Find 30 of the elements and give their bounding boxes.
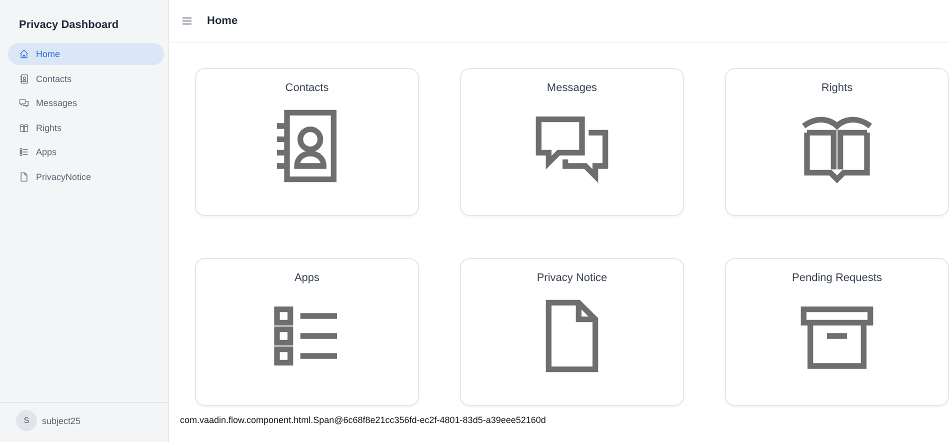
debug-text: com.vaadin.flow.component.html.Span@6c68f8e21cc356fd-ec2f-4801-83d5-a39eee52160d — [179, 414, 547, 425]
menu-icon[interactable] — [181, 15, 193, 27]
card-title: Messages — [546, 82, 598, 94]
card-title: Rights — [821, 82, 853, 94]
dashboard-card[interactable]: Rights — [725, 68, 949, 216]
card-title: Privacy Notice — [536, 272, 608, 284]
page-title: Home — [207, 15, 238, 27]
chat-bubbles-icon — [19, 98, 29, 108]
user-avatar[interactable]: S — [16, 410, 37, 431]
sidebar-item[interactable]: Rights — [8, 116, 164, 138]
card-title: Pending Requests — [792, 272, 882, 284]
dashboard-card[interactable]: Privacy Notice — [460, 258, 684, 406]
address-book-icon — [19, 74, 29, 84]
open-book-icon — [19, 122, 29, 132]
sidebar-item[interactable]: Contacts — [8, 68, 164, 90]
card-title: Apps — [294, 272, 320, 284]
home-icon — [19, 49, 29, 59]
sidebar-item[interactable]: Apps — [8, 141, 164, 163]
sidebar-item[interactable]: Home — [8, 43, 164, 65]
user-name: subject25 — [42, 416, 81, 426]
sidebar-item[interactable]: Messages — [8, 92, 164, 114]
document-icon — [19, 172, 29, 182]
card-title: Contacts — [285, 82, 329, 94]
dashboard-card[interactable]: Messages — [460, 68, 684, 216]
dashboard-card[interactable]: Apps — [195, 258, 419, 406]
sidebar-item[interactable]: PrivacyNotice — [8, 166, 164, 188]
dashboard-card[interactable]: Pending Requests — [725, 258, 949, 406]
app-title: Privacy Dashboard — [18, 18, 120, 33]
list-icon — [19, 147, 29, 157]
dashboard-card[interactable]: Contacts — [195, 68, 419, 216]
